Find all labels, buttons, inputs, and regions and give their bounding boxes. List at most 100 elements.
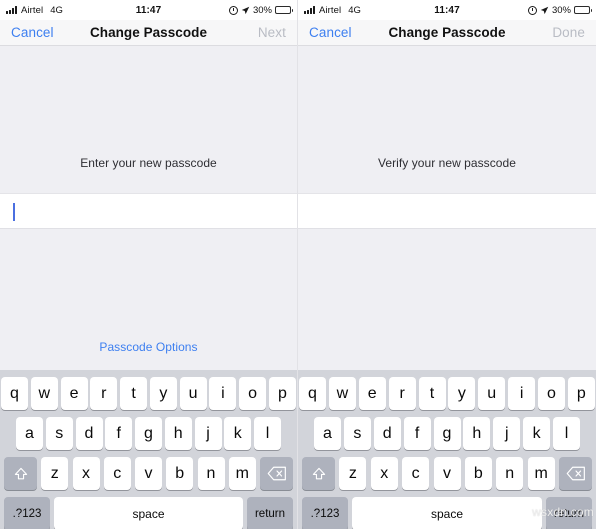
- key-t[interactable]: t: [120, 377, 148, 410]
- keyboard-row-1: q w e r t y u i o p: [298, 375, 596, 412]
- space-key[interactable]: space: [54, 497, 243, 529]
- key-z[interactable]: z: [41, 457, 69, 490]
- key-r[interactable]: r: [388, 377, 416, 410]
- shift-key[interactable]: [302, 457, 335, 490]
- key-k[interactable]: k: [224, 417, 252, 450]
- keyboard-row-2: a s d f g h j k l: [298, 415, 596, 452]
- nav-bar-left: Cancel Change Passcode Next: [0, 20, 297, 46]
- key-l[interactable]: l: [553, 417, 580, 450]
- passcode-prompt-label: Verify your new passcode: [378, 156, 516, 170]
- keyboard-row-3: z x c v b n m: [0, 455, 297, 492]
- keyboard-row-1: q w e r t y u i o p: [0, 375, 297, 412]
- key-e[interactable]: e: [60, 377, 88, 410]
- keyboard-left: q w e r t y u i o p a s d f g h j k l z …: [0, 370, 297, 529]
- passcode-input-field[interactable]: [298, 193, 596, 229]
- battery-percent-label: 30%: [252, 4, 272, 16]
- numeric-switch-key[interactable]: .?123: [4, 497, 50, 529]
- location-arrow-icon: [241, 6, 250, 14]
- key-h[interactable]: h: [463, 417, 491, 450]
- key-v[interactable]: v: [135, 457, 162, 490]
- done-button[interactable]: Done: [552, 25, 585, 40]
- key-m[interactable]: m: [228, 457, 256, 490]
- key-i[interactable]: i: [209, 377, 237, 410]
- key-c[interactable]: c: [103, 457, 131, 490]
- text-caret: [13, 203, 15, 221]
- nav-bar-right: Cancel Change Passcode Done: [298, 20, 596, 46]
- key-b[interactable]: b: [464, 457, 492, 490]
- key-a[interactable]: a: [314, 417, 341, 450]
- key-j[interactable]: j: [493, 417, 521, 450]
- key-s[interactable]: s: [343, 417, 371, 450]
- key-o[interactable]: o: [538, 377, 565, 410]
- delete-key[interactable]: [260, 457, 293, 490]
- delete-key[interactable]: [559, 457, 592, 490]
- key-h[interactable]: h: [164, 417, 192, 450]
- numeric-switch-key[interactable]: .?123: [302, 497, 348, 529]
- location-arrow-icon: [540, 6, 549, 14]
- status-bar-right: Airtel 4G 11:47 30%: [298, 0, 596, 20]
- shift-icon: [312, 467, 325, 479]
- key-m[interactable]: m: [527, 457, 555, 490]
- key-n[interactable]: n: [496, 457, 524, 490]
- key-u[interactable]: u: [179, 377, 207, 410]
- key-c[interactable]: c: [402, 457, 430, 490]
- key-p[interactable]: p: [567, 377, 595, 410]
- key-j[interactable]: j: [194, 417, 222, 450]
- key-z[interactable]: z: [339, 457, 367, 490]
- panel-right-verify-passcode: Airtel 4G 11:47 30% Cancel Change Passco…: [298, 0, 596, 529]
- alarm-clock-icon: [228, 5, 238, 15]
- key-g[interactable]: g: [433, 417, 461, 450]
- key-g[interactable]: g: [135, 417, 162, 450]
- alarm-clock-icon: [527, 5, 537, 15]
- cancel-button[interactable]: Cancel: [11, 25, 54, 40]
- battery-icon: [275, 6, 293, 14]
- key-y[interactable]: y: [149, 377, 177, 410]
- space-key[interactable]: space: [352, 497, 542, 529]
- key-q[interactable]: q: [1, 377, 28, 410]
- key-l[interactable]: l: [254, 417, 281, 450]
- key-x[interactable]: x: [72, 457, 100, 490]
- content-area-right: Verify your new passcode: [298, 46, 596, 370]
- return-key[interactable]: return: [247, 497, 293, 529]
- keyboard-row-3: z x c v b n m: [298, 455, 596, 492]
- key-n[interactable]: n: [197, 457, 225, 490]
- key-x[interactable]: x: [370, 457, 398, 490]
- key-y[interactable]: y: [448, 377, 476, 410]
- dual-panel-screenshot: Airtel 4G 11:47 30% Cancel Change Passco…: [0, 0, 596, 529]
- content-area-left: Enter your new passcode Passcode Options: [0, 46, 297, 370]
- status-right-group: 30%: [228, 4, 293, 16]
- delete-icon: [267, 466, 286, 481]
- key-a[interactable]: a: [16, 417, 43, 450]
- key-u[interactable]: u: [478, 377, 506, 410]
- key-o[interactable]: o: [239, 377, 267, 410]
- key-s[interactable]: s: [45, 417, 73, 450]
- shift-icon: [14, 467, 27, 479]
- next-button[interactable]: Next: [258, 25, 286, 40]
- key-f[interactable]: f: [403, 417, 431, 450]
- shift-key[interactable]: [4, 457, 37, 490]
- return-key[interactable]: return: [546, 497, 592, 529]
- key-f[interactable]: f: [105, 417, 133, 450]
- key-d[interactable]: d: [373, 417, 401, 450]
- cancel-button[interactable]: Cancel: [309, 25, 352, 40]
- key-v[interactable]: v: [433, 457, 461, 490]
- key-t[interactable]: t: [418, 377, 446, 410]
- battery-percent-label: 30%: [551, 4, 571, 16]
- key-i[interactable]: i: [508, 377, 536, 410]
- keyboard-row-4: .?123 space return: [0, 495, 297, 529]
- delete-icon: [566, 466, 585, 481]
- key-w[interactable]: w: [328, 377, 356, 410]
- passcode-input-field[interactable]: [0, 193, 297, 229]
- key-k[interactable]: k: [523, 417, 551, 450]
- key-q[interactable]: q: [299, 377, 326, 410]
- key-e[interactable]: e: [358, 377, 386, 410]
- passcode-prompt-label: Enter your new passcode: [80, 156, 217, 170]
- key-p[interactable]: p: [268, 377, 296, 410]
- key-b[interactable]: b: [166, 457, 194, 490]
- passcode-options-link[interactable]: Passcode Options: [0, 340, 297, 354]
- key-w[interactable]: w: [30, 377, 58, 410]
- battery-icon: [574, 6, 592, 14]
- key-r[interactable]: r: [90, 377, 118, 410]
- keyboard-row-2: a s d f g h j k l: [0, 415, 297, 452]
- key-d[interactable]: d: [75, 417, 103, 450]
